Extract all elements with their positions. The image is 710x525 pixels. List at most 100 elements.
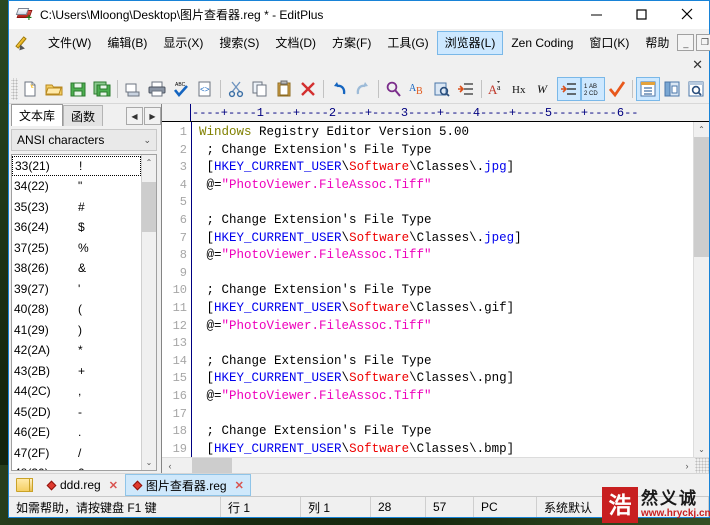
- editor-hscroll-track[interactable]: [178, 458, 679, 473]
- cliptext-list[interactable]: 33(21)! 34(22) " 35(23) #36(24) $37(25)% 38(26…: [12, 155, 141, 470]
- code-line: [HKEY_CURRENT_USER\Software\Classes\.bmp…: [199, 441, 693, 457]
- editor-scroll-right-icon[interactable]: ›: [679, 458, 695, 473]
- save-icon[interactable]: [66, 77, 90, 101]
- cliptext-scrollbar[interactable]: ⌃ ⌄: [141, 155, 156, 470]
- toolbar-separator: [481, 80, 482, 98]
- cliptext-row[interactable]: 33(21)!: [12, 156, 141, 176]
- close-button[interactable]: [664, 0, 709, 28]
- mdi-minimize-button[interactable]: _: [677, 34, 695, 51]
- cliptext-row[interactable]: 44(2C),: [12, 381, 141, 402]
- cut-icon[interactable]: [224, 77, 248, 101]
- print-preview-icon[interactable]: [121, 77, 145, 101]
- window-title: C:\Users\Mloong\Desktop\图片查看器.reg * - Ed…: [40, 7, 324, 22]
- cliptext-row[interactable]: 35(23) #: [12, 197, 141, 218]
- cliptext-row[interactable]: 45(2D) -: [12, 402, 141, 423]
- print-icon[interactable]: [145, 77, 169, 101]
- code-token: Software: [349, 300, 410, 315]
- close-tab-icon[interactable]: ✕: [235, 479, 244, 492]
- preview-window-icon[interactable]: [684, 77, 708, 101]
- menu-document[interactable]: 文档(D): [267, 31, 324, 55]
- menu-help[interactable]: 帮助: [637, 31, 677, 55]
- editor-scroll-left-icon[interactable]: ‹: [162, 458, 178, 473]
- cliptext-row[interactable]: 36(24) $: [12, 217, 141, 238]
- replace-icon[interactable]: AB: [406, 77, 430, 101]
- editor-hscroll-thumb[interactable]: [192, 458, 232, 473]
- editor-vscroll-track[interactable]: [694, 137, 709, 442]
- sidebar-tab-function[interactable]: 函数: [63, 105, 104, 126]
- code-text-area[interactable]: Windows Registry Editor Version 5.00 ; C…: [191, 122, 693, 457]
- editor-vertical-scrollbar[interactable]: ⌃ ⌄: [693, 122, 709, 457]
- delete-icon[interactable]: [296, 77, 320, 101]
- menu-zen-coding[interactable]: Zen Coding: [503, 31, 581, 55]
- cliptext-row-code: 48(30): [14, 466, 78, 470]
- cliptext-row[interactable]: 47(2F) /: [12, 443, 141, 464]
- cliptext-row[interactable]: 40(28) (: [12, 299, 141, 320]
- scroll-down-icon[interactable]: ⌄: [142, 455, 156, 470]
- cliptext-scroll-track[interactable]: [142, 170, 156, 455]
- cliptext-row[interactable]: 42(2A) *: [12, 340, 141, 361]
- editor-scroll-down-icon[interactable]: ⌄: [694, 442, 709, 457]
- menu-edit[interactable]: 编辑(B): [99, 31, 155, 55]
- sidebar-nav-next-icon[interactable]: ▶: [144, 107, 161, 125]
- minimize-button[interactable]: [574, 0, 619, 28]
- cliptext-row[interactable]: 46(2E).: [12, 422, 141, 443]
- new-file-icon[interactable]: [18, 77, 42, 101]
- menu-window[interactable]: 窗口(K): [581, 31, 637, 55]
- font-icon[interactable]: Aa: [485, 77, 509, 101]
- main-toolbar: ABC <> AB A a Hx W 1 AB 2 CD: [9, 75, 709, 104]
- menu-tools[interactable]: 工具(G): [379, 31, 436, 55]
- document-list-icon[interactable]: [636, 77, 660, 101]
- goto-line-icon[interactable]: [454, 77, 478, 101]
- menu-project[interactable]: 方案(F): [324, 31, 379, 55]
- hex-view-icon[interactable]: Hx: [509, 77, 533, 101]
- paste-icon[interactable]: [272, 77, 296, 101]
- save-all-icon[interactable]: [90, 77, 114, 101]
- mdi-close-button[interactable]: ✕: [692, 58, 703, 71]
- menu-browser[interactable]: 浏览器(L): [436, 30, 504, 55]
- project-window-icon[interactable]: [660, 77, 684, 101]
- document-tab-ddd[interactable]: ddd.reg ✕: [39, 474, 125, 496]
- find-icon[interactable]: [382, 77, 406, 101]
- redo-icon[interactable]: [351, 77, 375, 101]
- undo-icon[interactable]: [327, 77, 351, 101]
- copy-icon[interactable]: [248, 77, 272, 101]
- sort-icon[interactable]: 1 AB 2 CD: [581, 77, 605, 101]
- sidebar-tabs: 文本库 函数 ◀ ▶: [11, 104, 161, 126]
- sidebar-nav-prev-icon[interactable]: ◀: [126, 107, 143, 125]
- cliptext-row[interactable]: 43(2B) +: [12, 361, 141, 382]
- code-line: @="PhotoViewer.FileAssoc.Tiff": [199, 318, 693, 336]
- word-wrap-icon[interactable]: W: [533, 77, 557, 101]
- toolbar-drag-handle[interactable]: [11, 78, 18, 100]
- editor-scroll-up-icon[interactable]: ⌃: [694, 122, 709, 137]
- view-in-browser-icon[interactable]: <>: [193, 77, 217, 101]
- editor-horizontal-scrollbar[interactable]: ‹ ›: [162, 457, 709, 473]
- spellcheck-icon[interactable]: ABC: [169, 77, 193, 101]
- mdi-restore-button[interactable]: ❐: [696, 34, 710, 51]
- cliptext-row[interactable]: 48(30)0: [12, 463, 141, 470]
- cliptext-library-select[interactable]: ANSI characters ⌄: [11, 129, 157, 151]
- sidebar-tab-cliptext[interactable]: 文本库: [11, 104, 64, 126]
- open-folder-button[interactable]: [9, 474, 39, 496]
- resize-grip[interactable]: [695, 458, 709, 473]
- code-line: [HKEY_CURRENT_USER\Software\Classes\.jpe…: [199, 230, 693, 248]
- editor-vscroll-thumb[interactable]: [694, 137, 709, 257]
- menu-search[interactable]: 搜索(S): [211, 31, 267, 55]
- cliptext-row[interactable]: 34(22) ": [12, 176, 141, 197]
- menu-view[interactable]: 显示(X): [155, 31, 211, 55]
- cliptext-row[interactable]: 39(27) ': [12, 279, 141, 300]
- cliptext-row[interactable]: 41(29)): [12, 320, 141, 341]
- maximize-button[interactable]: [619, 0, 664, 28]
- menu-file[interactable]: 文件(W): [40, 31, 99, 55]
- open-folder-icon[interactable]: [42, 77, 66, 101]
- check-icon[interactable]: [605, 77, 629, 101]
- scroll-up-icon[interactable]: ⌃: [142, 155, 156, 170]
- close-tab-icon[interactable]: ✕: [109, 479, 118, 492]
- cliptext-scroll-thumb[interactable]: [142, 182, 156, 232]
- indent-icon[interactable]: [557, 77, 581, 101]
- find-next-icon[interactable]: [430, 77, 454, 101]
- cliptext-row[interactable]: 37(25)%: [12, 238, 141, 259]
- cliptext-row[interactable]: 38(26) &: [12, 258, 141, 279]
- code-token: Software: [349, 230, 410, 245]
- document-tab-photoviewer[interactable]: 图片查看器.reg ✕: [124, 474, 251, 496]
